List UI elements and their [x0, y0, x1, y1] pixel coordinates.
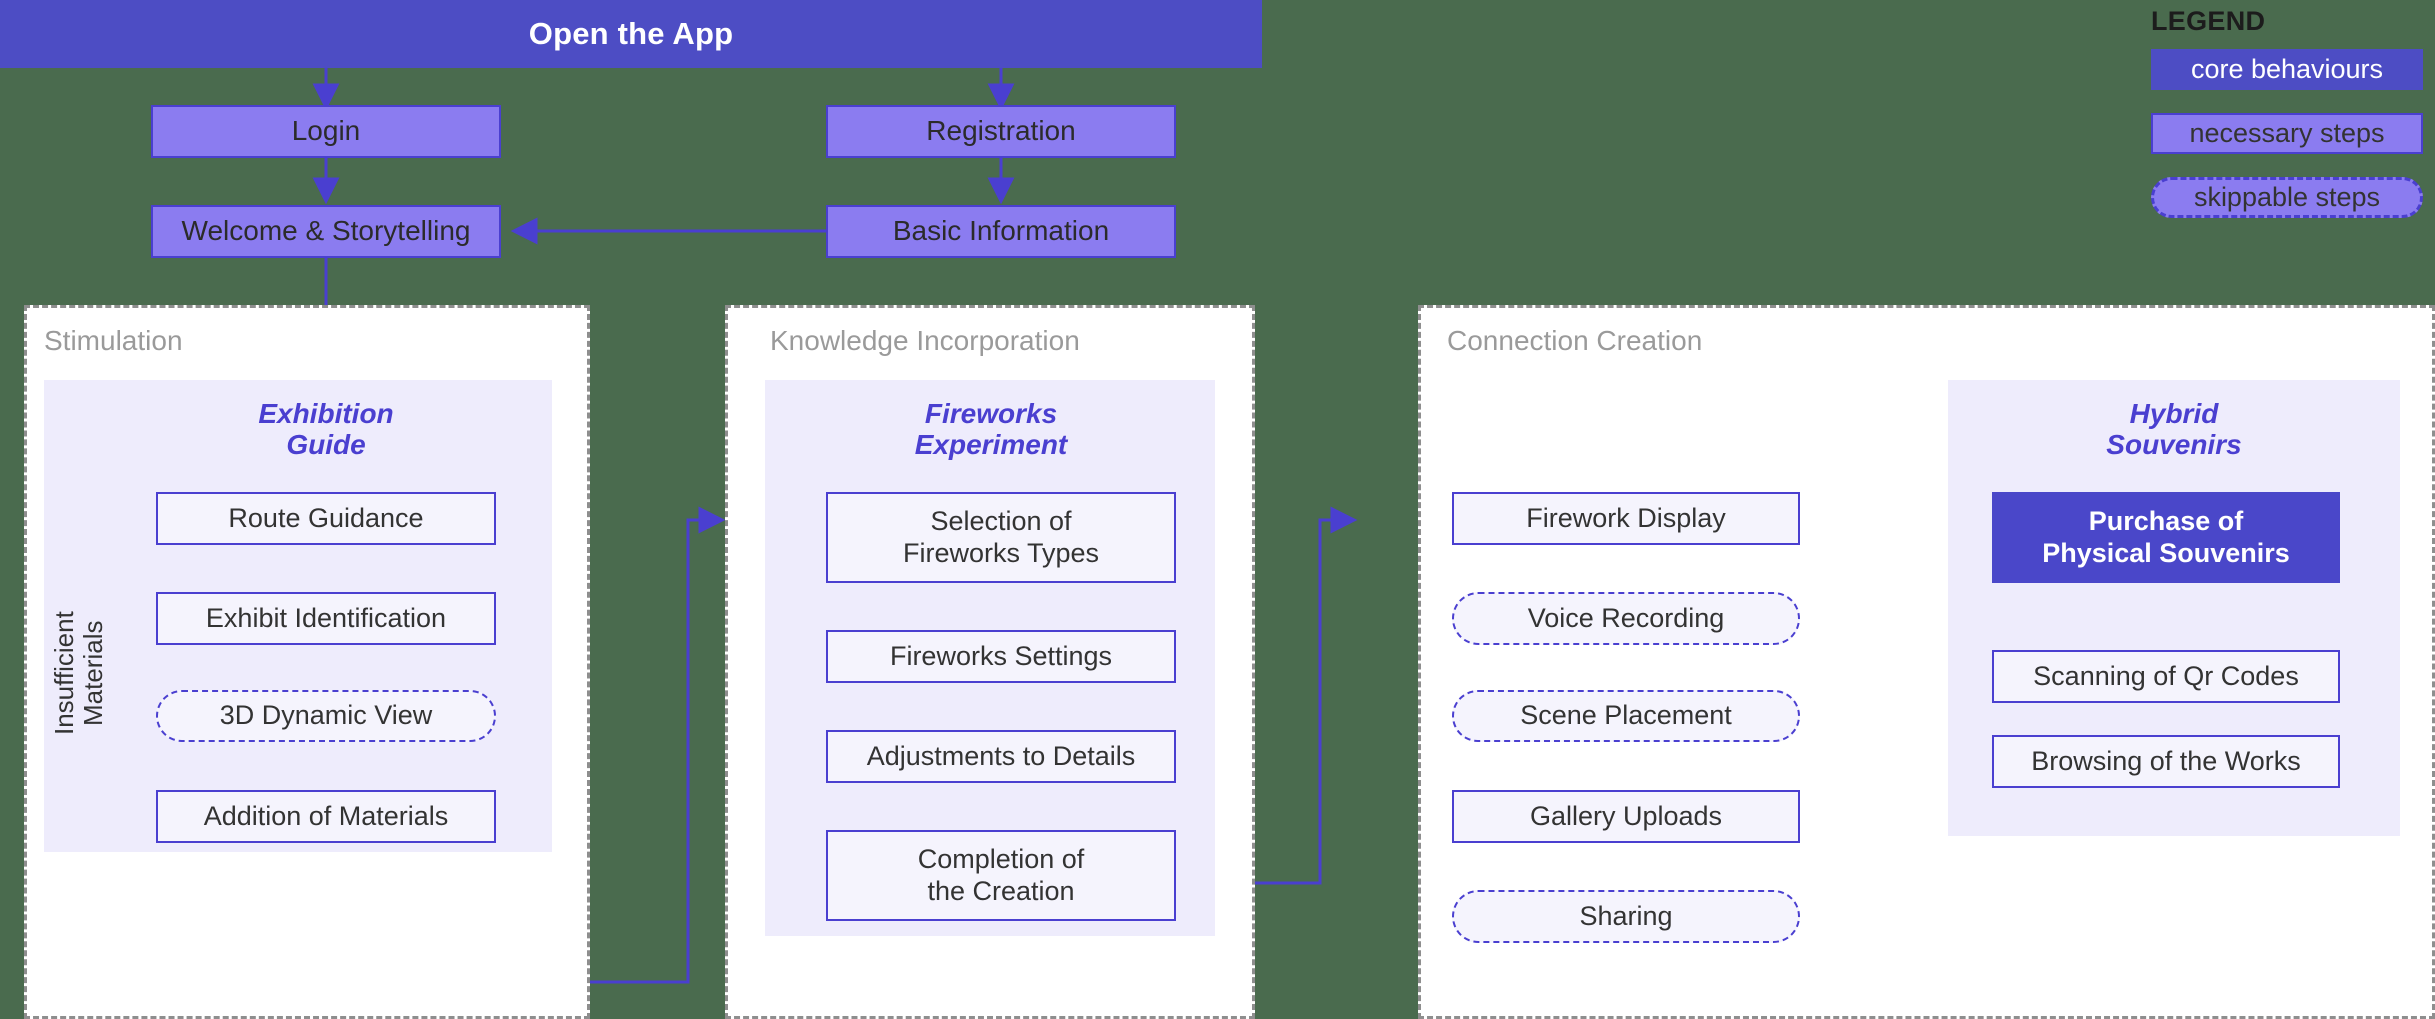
node-route-guidance-label: Route Guidance — [228, 502, 424, 533]
node-firework-display[interactable]: Firework Display — [1452, 492, 1800, 545]
node-gallery-uploads-label: Gallery Uploads — [1529, 800, 1723, 831]
node-selection-of-fireworks-types[interactable]: Selection of Fireworks Types — [826, 492, 1176, 583]
node-selection-of-fireworks-types-label: Selection of Fireworks Types — [902, 506, 1100, 568]
node-welcome-storytelling-label: Welcome & Storytelling — [181, 215, 471, 247]
node-purchase-of-physical-souvenirs[interactable]: Purchase of Physical Souvenirs — [1992, 492, 2340, 583]
node-3d-dynamic-view[interactable]: 3D Dynamic View — [156, 690, 496, 742]
panel-stimulation-title: Stimulation — [44, 325, 183, 356]
node-adjustments-to-details-label: Adjustments to Details — [866, 740, 1136, 771]
node-route-guidance[interactable]: Route Guidance — [156, 492, 496, 545]
legend-item-core-behaviours-label: core behaviours — [2190, 54, 2384, 84]
flowchart-canvas: Open the App Login Registration Welcome … — [0, 0, 2435, 1019]
legend-item-necessary-steps: necessary steps — [2151, 113, 2423, 154]
node-completion-of-the-creation-label: Completion of the Creation — [917, 844, 1085, 906]
node-voice-recording-label: Voice Recording — [1527, 602, 1725, 633]
legend-title: LEGEND — [2151, 6, 2266, 36]
node-scene-placement-label: Scene Placement — [1520, 700, 1732, 731]
legend-item-core-behaviours: core behaviours — [2151, 49, 2423, 90]
node-registration[interactable]: Registration — [826, 105, 1176, 158]
node-sharing[interactable]: Sharing — [1452, 890, 1800, 943]
legend-item-skippable-steps-label: skippable steps — [2193, 182, 2381, 212]
group-hybrid-souvenirs-title: Hybrid Souvenirs — [2106, 398, 2242, 461]
node-firework-display-label: Firework Display — [1526, 502, 1726, 533]
panel-connection-creation-title: Connection Creation — [1447, 325, 1703, 356]
node-registration-label: Registration — [926, 115, 1076, 147]
node-sharing-label: Sharing — [1579, 900, 1673, 931]
node-addition-of-materials[interactable]: Addition of Materials — [156, 790, 496, 843]
node-login[interactable]: Login — [151, 105, 501, 158]
panel-knowledge-incorporation-title: Knowledge Incorporation — [770, 325, 1080, 356]
legend-item-necessary-steps-label: necessary steps — [2189, 118, 2385, 148]
node-basic-information-label: Basic Information — [892, 215, 1110, 247]
legend-item-skippable-steps: skippable steps — [2151, 177, 2423, 218]
node-addition-of-materials-label: Addition of Materials — [203, 800, 449, 831]
group-exhibition-guide-title: Exhibition Guide — [258, 398, 394, 461]
node-basic-information[interactable]: Basic Information — [826, 205, 1176, 258]
node-browsing-of-the-works[interactable]: Browsing of the Works — [1992, 735, 2340, 788]
node-scanning-of-qr-codes[interactable]: Scanning of Qr Codes — [1992, 650, 2340, 703]
node-exhibit-identification-label: Exhibit Identification — [205, 602, 447, 633]
node-gallery-uploads[interactable]: Gallery Uploads — [1452, 790, 1800, 843]
node-fireworks-settings[interactable]: Fireworks Settings — [826, 630, 1176, 683]
node-adjustments-to-details[interactable]: Adjustments to Details — [826, 730, 1176, 783]
node-purchase-of-physical-souvenirs-label: Purchase of Physical Souvenirs — [2042, 506, 2290, 568]
node-3d-dynamic-view-label: 3D Dynamic View — [219, 700, 433, 731]
node-login-label: Login — [291, 115, 361, 147]
node-scene-placement[interactable]: Scene Placement — [1452, 690, 1800, 742]
group-fireworks-experiment-title: Fireworks Experiment — [914, 398, 1068, 461]
banner-label: Open the App — [528, 16, 734, 51]
node-welcome-storytelling[interactable]: Welcome & Storytelling — [151, 205, 501, 258]
node-voice-recording[interactable]: Voice Recording — [1452, 592, 1800, 645]
loop-label-insufficient-materials: Insufficient Materials — [49, 611, 109, 735]
node-exhibit-identification[interactable]: Exhibit Identification — [156, 592, 496, 645]
node-completion-of-the-creation[interactable]: Completion of the Creation — [826, 830, 1176, 921]
open-the-app-banner[interactable]: Open the App — [0, 0, 1262, 68]
node-fireworks-settings-label: Fireworks Settings — [889, 640, 1113, 671]
node-browsing-of-the-works-label: Browsing of the Works — [2031, 745, 2301, 776]
node-scanning-of-qr-codes-label: Scanning of Qr Codes — [2033, 660, 2299, 691]
